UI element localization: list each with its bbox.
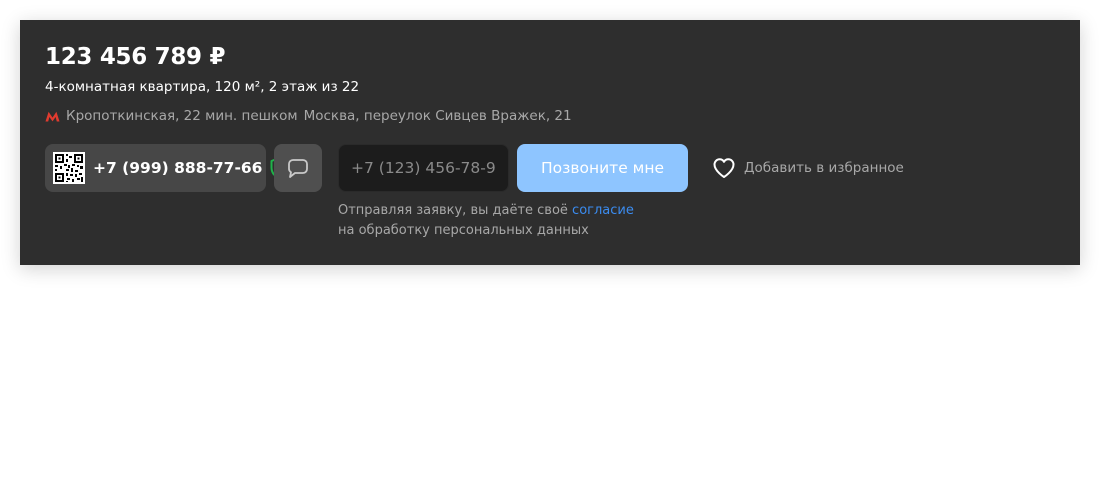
chat-button[interactable]	[274, 144, 322, 192]
consent-link[interactable]: согласие	[572, 203, 634, 218]
chat-bubble-icon	[287, 157, 309, 179]
qr-code-icon[interactable]	[53, 152, 85, 184]
call-me-button[interactable]: Позвоните мне	[517, 144, 688, 192]
offer-description: 4-комнатная квартира, 120 м², 2 этаж из …	[45, 79, 360, 95]
metro-logo-icon	[45, 111, 60, 122]
consent-suffix: на обработку персональных данных	[338, 223, 589, 238]
location-line: Кропоткинская, 22 мин. пешком Москва, пе…	[45, 107, 572, 125]
heart-icon	[712, 157, 736, 179]
phone-button[interactable]: +7 (999) 888-77-66	[45, 144, 288, 192]
offer-card: 123 456 789 ₽ 4-комнатная квартира, 120 …	[20, 20, 1080, 265]
metro-station[interactable]: Кропоткинская, 22 мин. пешком	[66, 108, 298, 124]
add-to-favorites-label: Добавить в избранное	[744, 160, 904, 176]
price: 123 456 789 ₽	[45, 44, 226, 70]
address[interactable]: Москва, переулок Сивцев Вражек, 21	[304, 108, 572, 124]
add-to-favorites-button[interactable]: Добавить в избранное	[712, 156, 904, 180]
callback-phone-input[interactable]	[338, 144, 509, 192]
consent-note: Отправляя заявку, вы даёте своё согласие…	[338, 201, 668, 241]
phone-number[interactable]: +7 (999) 888-77-66	[93, 159, 262, 177]
consent-prefix: Отправляя заявку, вы даёте своё	[338, 203, 573, 218]
